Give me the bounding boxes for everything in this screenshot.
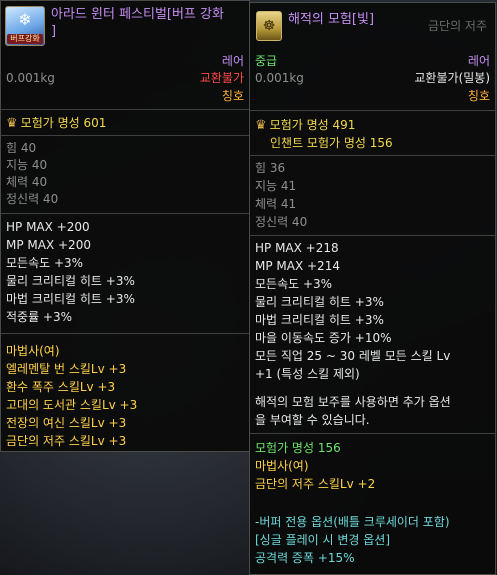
buff-class: 마법사(여) bbox=[255, 459, 309, 473]
skill-row: 엘레멘탈 번 스킬Lv +3 bbox=[6, 362, 127, 376]
divider bbox=[1, 109, 249, 110]
stat-str: 힘 36 bbox=[255, 161, 286, 175]
skill-row: 금단의 저주 스킬Lv +3 bbox=[6, 434, 127, 448]
skill-row: 고대의 도서관 스킬Lv +3 bbox=[6, 398, 138, 412]
buffer-option: -버퍼 전용 옵션(배틀 크루세이더 포함) bbox=[255, 515, 450, 529]
fame-value: 모험가 명성 601 bbox=[20, 116, 107, 130]
item-tooltip-right: ☸ 해적의 모험[빛] 금단의 저주 중급 레어 0.001kg 교환불가(밀봉… bbox=[249, 2, 496, 575]
fame-crown-icon: ♛ bbox=[6, 116, 18, 131]
effect-skill-lv: 모든 직업 25 ~ 30 레벨 모든 스킬 Lv bbox=[255, 349, 451, 363]
stat-spi: 정신력 40 bbox=[255, 215, 308, 229]
tooltip-header: ❄ 버프강화 아라드 윈터 페스티벌[버프 강화 ] bbox=[1, 1, 249, 51]
item-tooltip-left: ❄ 버프강화 아라드 윈터 페스티벌[버프 강화 ] 레어 0.001kg 교환… bbox=[0, 0, 250, 452]
buff-enhance-badge: 버프강화 bbox=[7, 34, 43, 44]
divider bbox=[250, 155, 495, 156]
item-name-line-1: 아라드 윈터 페스티벌[버프 강화 bbox=[51, 7, 224, 22]
title-item-icon: ☸ bbox=[256, 11, 282, 41]
enchant-fame: 인챈트 모험가 명성 156 bbox=[270, 136, 393, 150]
divider bbox=[250, 110, 495, 111]
stat-int: 지능 41 bbox=[255, 179, 297, 193]
ship-wheel-icon: ☸ bbox=[262, 18, 276, 34]
trade-status: 교환불가 bbox=[199, 71, 244, 85]
buff-class: 마법사(여) bbox=[6, 344, 60, 358]
divider bbox=[1, 333, 249, 334]
orb-note: 해적의 모험 보주를 사용하면 추가 옵션 bbox=[255, 395, 451, 409]
divider bbox=[250, 235, 495, 236]
effect-town-speed: 마을 이동속도 증가 +10% bbox=[255, 331, 392, 345]
item-type: 칭호 bbox=[221, 89, 244, 103]
rarity-label: 레어 bbox=[221, 54, 244, 68]
divider bbox=[1, 213, 249, 214]
divider bbox=[1, 135, 249, 136]
effect-skill-lv-cont: +1 (특성 스킬 제외) bbox=[255, 367, 360, 381]
buff-skill: 금단의 저주 스킬Lv +2 bbox=[255, 477, 376, 491]
tooltip-header: ☸ 해적의 모험[빛] 금단의 저주 bbox=[250, 3, 495, 53]
effect-phys-crit: 물리 크리티컬 히트 +3% bbox=[6, 274, 135, 288]
rarity-label: 레어 bbox=[467, 54, 490, 68]
stat-int: 지능 40 bbox=[6, 158, 48, 172]
weight-label: 0.001kg bbox=[255, 71, 304, 85]
stat-str: 힘 40 bbox=[6, 141, 37, 155]
effect-mag-crit: 마법 크리티컬 히트 +3% bbox=[255, 313, 384, 327]
fame-row: ♛ 모험가 명성 601 bbox=[1, 115, 249, 132]
weight-label: 0.001kg bbox=[6, 71, 55, 85]
buffer-option-note: [싱글 플레이 시 변경 옵션] bbox=[255, 533, 391, 547]
stat-vit: 체력 41 bbox=[255, 197, 297, 211]
item-name-line-2: ] bbox=[51, 24, 57, 39]
title-item-icon: ❄ 버프강화 bbox=[5, 6, 45, 46]
divider bbox=[250, 433, 495, 434]
skill-row: 환수 폭주 스킬Lv +3 bbox=[6, 380, 116, 394]
effect-mp: MP MAX +200 bbox=[6, 238, 91, 252]
fame-crown-icon: ♛ bbox=[255, 118, 267, 133]
effect-speed: 모든속도 +3% bbox=[6, 256, 84, 270]
effect-hp: HP MAX +218 bbox=[255, 241, 339, 255]
background-hint-text: 금단의 저주 bbox=[427, 19, 487, 33]
orb-note-cont: 을 부여할 수 있습니다. bbox=[255, 413, 370, 427]
stat-spi: 정신력 40 bbox=[6, 192, 59, 206]
stat-vit: 체력 40 bbox=[6, 175, 48, 189]
fame-row: ♛ 모험가 명성 491 bbox=[250, 117, 495, 134]
item-grade: 중급 bbox=[255, 54, 278, 68]
effect-mag-crit: 마법 크리티컬 히트 +3% bbox=[6, 292, 135, 306]
snowflake-icon: ❄ bbox=[18, 10, 32, 29]
effect-speed: 모든속도 +3% bbox=[255, 277, 333, 291]
effect-phys-crit: 물리 크리티컬 히트 +3% bbox=[255, 295, 384, 309]
trade-status: 교환불가(밀봉) bbox=[414, 71, 490, 85]
item-type: 칭호 bbox=[467, 89, 490, 103]
effect-hp: HP MAX +200 bbox=[6, 220, 90, 234]
effect-accuracy: 적중률 +3% bbox=[6, 310, 73, 324]
effect-mp: MP MAX +214 bbox=[255, 259, 340, 273]
fame-value: 모험가 명성 491 bbox=[269, 118, 356, 132]
skill-row: 전장의 여신 스킬Lv +3 bbox=[6, 416, 127, 430]
item-name: 아라드 윈터 페스티벌[버프 강화 ] bbox=[51, 6, 245, 40]
buffer-option-value: 공격력 증폭 +15% bbox=[255, 551, 355, 565]
extra-fame: 모험가 명성 156 bbox=[255, 441, 341, 455]
